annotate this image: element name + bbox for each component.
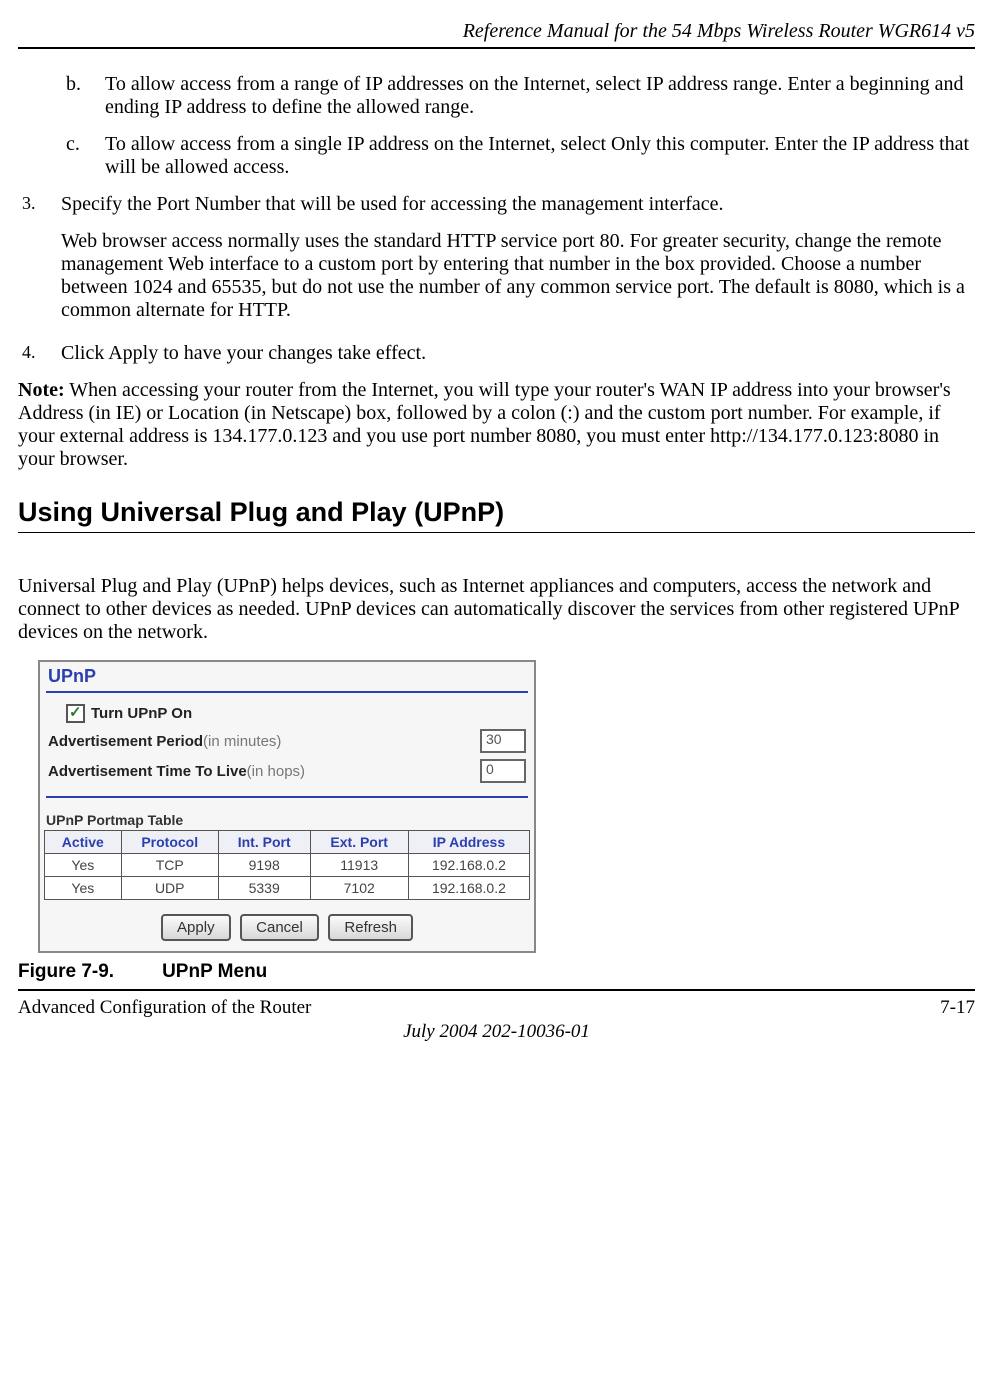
- figure-title: UPnP Menu: [162, 961, 267, 982]
- figure-caption: Figure 7-9. UPnP Menu: [18, 961, 975, 983]
- turn-upnp-on-label: Turn UPnP On: [91, 705, 192, 722]
- note-label: Note:: [18, 379, 65, 401]
- cell-active: Yes: [45, 854, 122, 877]
- table-row: Yes TCP 9198 11913 192.168.0.2: [45, 854, 530, 877]
- adv-period-row: Advertisement Period (in minutes) 30: [40, 726, 534, 756]
- cell-extport: 11913: [310, 854, 408, 877]
- item-4-text: Click Apply to have your changes take ef…: [61, 342, 974, 365]
- marker-4: 4.: [22, 342, 56, 363]
- footer-page-number: 7-17: [940, 997, 975, 1019]
- body-c: To allow access from a single IP address…: [105, 133, 974, 179]
- portmap-title: UPnP Portmap Table: [40, 806, 534, 830]
- adv-ttl-unit: (in hops): [247, 763, 305, 780]
- item-3-text2: Web browser access normally uses the sta…: [61, 230, 974, 322]
- running-header: Reference Manual for the 54 Mbps Wireles…: [18, 20, 975, 43]
- figure-number: Figure 7-9.: [18, 961, 114, 982]
- marker-b: b.: [66, 73, 100, 96]
- adv-ttl-input[interactable]: 0: [480, 759, 526, 783]
- heading-rule: [18, 532, 975, 533]
- item-3-text1: Specify the Port Number that will be use…: [61, 193, 974, 216]
- col-extport: Ext. Port: [310, 831, 408, 854]
- marker-c: c.: [66, 133, 100, 156]
- cell-intport: 9198: [218, 854, 310, 877]
- list-item-3: 3. Specify the Port Number that will be …: [22, 193, 975, 336]
- upnp-panel: UPnP ✓ Turn UPnP On Advertisement Period…: [38, 660, 536, 953]
- upnp-separator-1: [46, 691, 528, 693]
- cell-ip: 192.168.0.2: [408, 877, 529, 900]
- header-rule: [18, 47, 975, 49]
- check-icon: ✓: [69, 703, 82, 721]
- cancel-button[interactable]: Cancel: [240, 914, 319, 941]
- turn-upnp-on-row: ✓ Turn UPnP On: [58, 701, 534, 726]
- button-row: Apply Cancel Refresh: [40, 908, 534, 951]
- body-b: To allow access from a range of IP addre…: [105, 73, 974, 119]
- upnp-title: UPnP: [40, 662, 534, 689]
- cell-extport: 7102: [310, 877, 408, 900]
- adv-period-input[interactable]: 30: [480, 729, 526, 753]
- adv-period-unit: (in minutes): [203, 733, 281, 750]
- adv-ttl-row: Advertisement Time To Live (in hops) 0: [40, 756, 534, 786]
- upnp-separator-2: [46, 796, 528, 798]
- col-intport: Int. Port: [218, 831, 310, 854]
- table-header-row: Active Protocol Int. Port Ext. Port IP A…: [45, 831, 530, 854]
- section-heading-upnp: Using Universal Plug and Play (UPnP): [18, 497, 975, 528]
- table-row: Yes UDP 5339 7102 192.168.0.2: [45, 877, 530, 900]
- adv-period-label: Advertisement Period: [48, 733, 203, 750]
- portmap-table: Active Protocol Int. Port Ext. Port IP A…: [44, 830, 530, 900]
- col-active: Active: [45, 831, 122, 854]
- cell-ip: 192.168.0.2: [408, 854, 529, 877]
- footer-date: July 2004 202-10036-01: [18, 1021, 975, 1043]
- cell-active: Yes: [45, 877, 122, 900]
- upnp-intro-paragraph: Universal Plug and Play (UPnP) helps dev…: [18, 575, 975, 644]
- apply-button[interactable]: Apply: [161, 914, 231, 941]
- refresh-button[interactable]: Refresh: [328, 914, 413, 941]
- footer-line: Advanced Configuration of the Router 7-1…: [18, 997, 975, 1019]
- col-ip: IP Address: [408, 831, 529, 854]
- list-item-c: c. To allow access from a single IP addr…: [66, 133, 975, 179]
- turn-upnp-on-checkbox[interactable]: ✓: [66, 704, 85, 723]
- col-protocol: Protocol: [121, 831, 218, 854]
- list-item-4: 4. Click Apply to have your changes take…: [22, 342, 975, 365]
- note-paragraph: Note: When accessing your router from th…: [18, 379, 975, 471]
- note-text: When accessing your router from the Inte…: [18, 379, 951, 470]
- marker-3: 3.: [22, 193, 56, 214]
- footer-left: Advanced Configuration of the Router: [18, 997, 311, 1019]
- cell-protocol: TCP: [121, 854, 218, 877]
- cell-protocol: UDP: [121, 877, 218, 900]
- footer-rule: [18, 989, 975, 991]
- list-item-b: b. To allow access from a range of IP ad…: [66, 73, 975, 119]
- adv-ttl-label: Advertisement Time To Live: [48, 763, 247, 780]
- cell-intport: 5339: [218, 877, 310, 900]
